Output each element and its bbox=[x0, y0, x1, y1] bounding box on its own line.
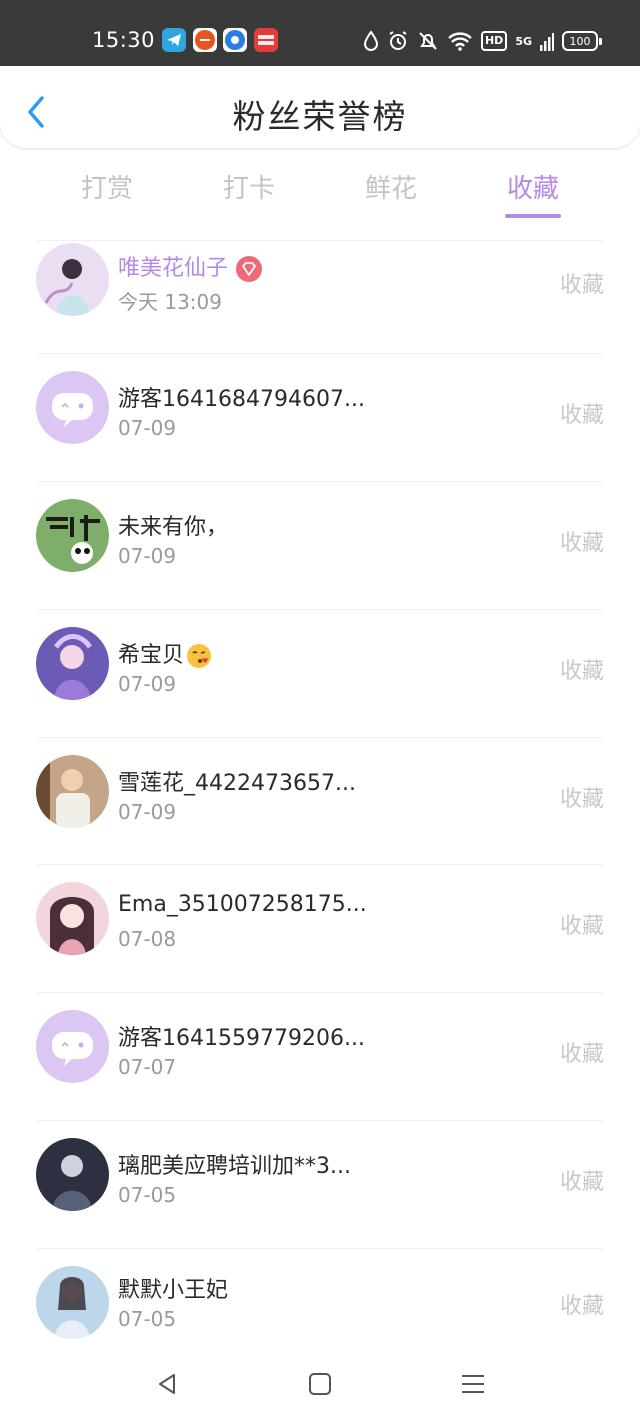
divider bbox=[36, 1248, 604, 1249]
timestamp: 今天 13:09 bbox=[118, 290, 222, 314]
timestamp: 07-08 bbox=[118, 927, 177, 951]
user-name: 希宝贝 bbox=[118, 637, 212, 669]
user-name: 游客1641559779206... bbox=[118, 1026, 365, 1051]
divider bbox=[36, 353, 604, 354]
divider bbox=[36, 864, 604, 865]
user-name: 唯美花仙子 bbox=[118, 250, 263, 282]
avatar[interactable] bbox=[36, 755, 109, 828]
battery-icon: 100 bbox=[562, 31, 602, 51]
tab-favorites[interactable]: 收藏 bbox=[473, 168, 593, 205]
hd-badge: HD bbox=[480, 31, 508, 51]
list-item[interactable]: 璃肥美应聘培训加**3... 07-05 收藏 bbox=[0, 1120, 640, 1261]
favorite-label: 收藏 bbox=[559, 659, 604, 684]
list-item[interactable]: 唯美花仙子 今天 13:09 收藏 bbox=[0, 240, 640, 367]
status-time: 15:30 bbox=[92, 28, 156, 52]
tab-active-indicator bbox=[505, 214, 561, 218]
avatar[interactable] bbox=[36, 243, 109, 316]
divider bbox=[36, 240, 604, 241]
tab-reward[interactable]: 打赏 bbox=[47, 168, 167, 205]
avatar[interactable] bbox=[36, 1266, 109, 1339]
diamond-badge-icon bbox=[236, 256, 263, 282]
timestamp: 07-09 bbox=[118, 544, 177, 568]
user-name-text: 唯美花仙子 bbox=[118, 256, 229, 281]
avatar[interactable] bbox=[36, 1010, 109, 1083]
user-name: 璃肥美应聘培训加**3... bbox=[118, 1154, 351, 1179]
list-item[interactable]: 未来有你， 07-09 收藏 bbox=[0, 481, 640, 622]
favorite-label: 收藏 bbox=[559, 787, 604, 812]
nav-home-icon[interactable] bbox=[306, 1370, 334, 1398]
user-name-text: 希宝贝 bbox=[118, 643, 185, 668]
avatar[interactable] bbox=[36, 1138, 109, 1211]
list-item[interactable]: 游客1641559779206... 07-07 收藏 bbox=[0, 992, 640, 1133]
favorite-label: 收藏 bbox=[559, 273, 604, 298]
divider bbox=[36, 481, 604, 482]
network-label: 5G bbox=[515, 34, 532, 48]
tab-flowers[interactable]: 鲜花 bbox=[331, 168, 451, 205]
divider bbox=[36, 737, 604, 738]
wifi-icon bbox=[448, 32, 472, 51]
status-bar: 15:30 HD 5G 100 bbox=[0, 0, 640, 66]
favorite-label: 收藏 bbox=[559, 403, 604, 428]
alarm-icon bbox=[389, 31, 407, 50]
battery-level: 100 bbox=[562, 31, 598, 51]
news-app-icon bbox=[254, 28, 278, 52]
tab-checkin[interactable]: 打卡 bbox=[189, 168, 309, 205]
avatar[interactable] bbox=[36, 371, 109, 444]
avatar[interactable] bbox=[36, 499, 109, 572]
timestamp: 07-09 bbox=[118, 416, 177, 440]
list-item[interactable]: 游客1641684794607... 07-09 收藏 bbox=[0, 353, 640, 494]
user-name: 默默小王妃 bbox=[118, 1278, 229, 1303]
telegram-app-icon bbox=[162, 28, 186, 52]
user-name: 游客1641684794607... bbox=[118, 387, 365, 412]
user-name: 未来有你， bbox=[118, 515, 229, 540]
kiss-emoji-icon bbox=[187, 644, 212, 668]
timestamp: 07-09 bbox=[118, 800, 177, 824]
divider bbox=[36, 992, 604, 993]
nav-header: 粉丝荣誉榜 bbox=[0, 66, 640, 148]
page-title: 粉丝荣誉榜 bbox=[232, 97, 408, 136]
water-drop-icon bbox=[363, 30, 378, 51]
timestamp: 07-05 bbox=[118, 1183, 177, 1207]
favorite-label: 收藏 bbox=[559, 531, 604, 556]
list-item[interactable]: 希宝贝 07-09 收藏 bbox=[0, 609, 640, 750]
mute-bell-icon bbox=[419, 32, 437, 50]
list-item[interactable]: 雪莲花_4422473657... 07-09 收藏 bbox=[0, 737, 640, 878]
nav-menu-icon[interactable] bbox=[459, 1370, 487, 1398]
favorite-label: 收藏 bbox=[559, 1170, 604, 1195]
browser-app-icon bbox=[223, 28, 247, 52]
user-name: 雪莲花_4422473657... bbox=[118, 771, 356, 796]
divider bbox=[36, 1120, 604, 1121]
timestamp: 07-07 bbox=[118, 1055, 177, 1079]
timestamp: 07-05 bbox=[118, 1307, 177, 1331]
divider bbox=[36, 609, 604, 610]
system-nav-bar bbox=[0, 1356, 640, 1422]
user-name: Ema_351007258175... bbox=[118, 892, 367, 917]
timestamp: 07-09 bbox=[118, 672, 177, 696]
favorite-label: 收藏 bbox=[559, 1294, 604, 1319]
avatar[interactable] bbox=[36, 627, 109, 700]
list-item[interactable]: Ema_351007258175... 07-08 收藏 bbox=[0, 864, 640, 1005]
favorite-label: 收藏 bbox=[559, 1042, 604, 1067]
avatar[interactable] bbox=[36, 882, 109, 955]
nav-back-icon[interactable] bbox=[154, 1370, 182, 1398]
favorite-label: 收藏 bbox=[559, 914, 604, 939]
tab-bar: 打赏 打卡 鲜花 收藏 bbox=[0, 160, 640, 220]
shopping-app-icon bbox=[193, 28, 217, 52]
signal-icon bbox=[540, 33, 554, 51]
